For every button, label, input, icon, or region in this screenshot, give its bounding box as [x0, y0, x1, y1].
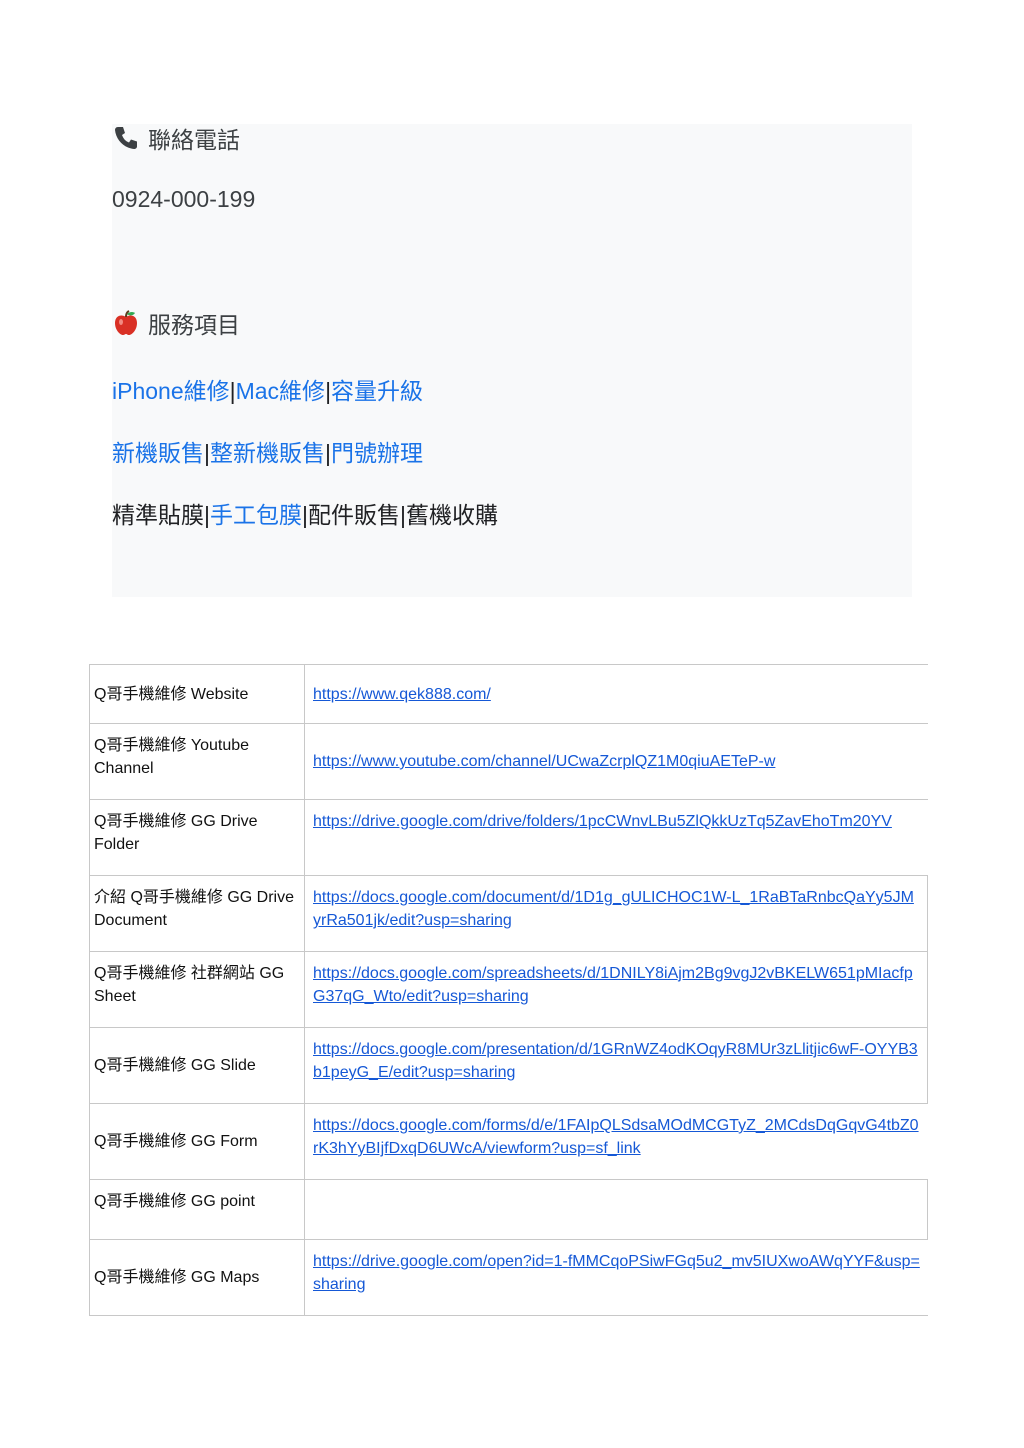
row-link[interactable]: https://www.youtube.com/channel/UCwaZcrp…: [313, 750, 775, 773]
service-line-3: 精準貼膜|手工包膜|配件販售|舊機收購: [112, 496, 498, 530]
row-link[interactable]: https://docs.google.com/document/d/1D1g_…: [313, 886, 919, 932]
screen-protector-text: 精準貼膜: [112, 502, 204, 528]
telephone-icon: [112, 124, 140, 152]
mobile-plan-link[interactable]: 門號辦理: [331, 440, 423, 466]
row-link[interactable]: https://docs.google.com/spreadsheets/d/1…: [313, 962, 919, 1008]
contact-heading: 聯絡電話: [112, 124, 240, 153]
storage-upgrade-link[interactable]: 容量升級: [331, 378, 423, 404]
phone-number: 0924-000-199: [112, 186, 256, 212]
row-link[interactable]: https://drive.google.com/drive/folders/1…: [313, 810, 892, 833]
table-row: Q哥手機維修 GG Slide https://docs.google.com/…: [89, 1027, 928, 1104]
row-link[interactable]: https://www.qek888.com/: [313, 683, 491, 706]
service-line-1: iPhone維修|Mac維修|容量升級: [112, 372, 423, 406]
table-row: Q哥手機維修 GG Drive Folder https://drive.goo…: [89, 799, 928, 876]
table-row: Q哥手機維修 GG Maps https://drive.google.com/…: [89, 1239, 928, 1316]
services-heading: 服務項目: [112, 309, 240, 338]
row-link[interactable]: https://drive.google.com/open?id=1-fMMCq…: [313, 1250, 920, 1296]
row-label: Q哥手機維修 GG Drive Folder: [89, 799, 305, 876]
services-heading-text: 服務項目: [148, 312, 240, 338]
table-row: Q哥手機維修 社群網站 GG Sheet https://docs.google…: [89, 951, 928, 1028]
table-row: Q哥手機維修 GG Form https://docs.google.com/f…: [89, 1103, 928, 1180]
row-label: Q哥手機維修 GG Slide: [89, 1027, 305, 1104]
row-link[interactable]: https://docs.google.com/presentation/d/1…: [313, 1038, 919, 1084]
row-label: 介紹 Q哥手機維修 GG Drive Document: [89, 875, 305, 952]
row-link[interactable]: https://docs.google.com/forms/d/e/1FAIpQ…: [313, 1114, 920, 1160]
row-empty-cell: [305, 1179, 928, 1240]
row-label: Q哥手機維修 GG Maps: [89, 1239, 305, 1316]
used-phone-buyback-text: 舊機收購: [405, 502, 498, 528]
iphone-repair-link[interactable]: iPhone維修: [112, 378, 230, 404]
refurbished-sales-link[interactable]: 整新機販售: [210, 440, 325, 466]
row-label: Q哥手機維修 GG Form: [89, 1103, 305, 1180]
contact-heading-text: 聯絡電話: [148, 127, 240, 153]
table-row: Q哥手機維修 GG point: [89, 1179, 928, 1240]
red-apple-icon: [112, 309, 140, 337]
mac-repair-link[interactable]: Mac維修: [236, 378, 325, 404]
row-label: Q哥手機維修 Website: [89, 664, 305, 724]
row-label: Q哥手機維修 GG point: [89, 1179, 305, 1240]
handmade-wrap-link[interactable]: 手工包膜: [210, 502, 302, 528]
accessory-sales-text: 配件販售: [307, 502, 400, 528]
table-row: Q哥手機維修 Website https://www.qek888.com/: [89, 664, 928, 724]
new-phone-sales-link[interactable]: 新機販售: [112, 440, 204, 466]
row-label: Q哥手機維修 Youtube Channel: [89, 723, 305, 800]
service-line-2: 新機販售|整新機販售|門號辦理: [112, 434, 423, 468]
table-row: 介紹 Q哥手機維修 GG Drive Document https://docs…: [89, 875, 928, 952]
table-row: Q哥手機維修 Youtube Channel https://www.youtu…: [89, 723, 928, 800]
row-label: Q哥手機維修 社群網站 GG Sheet: [89, 951, 305, 1028]
